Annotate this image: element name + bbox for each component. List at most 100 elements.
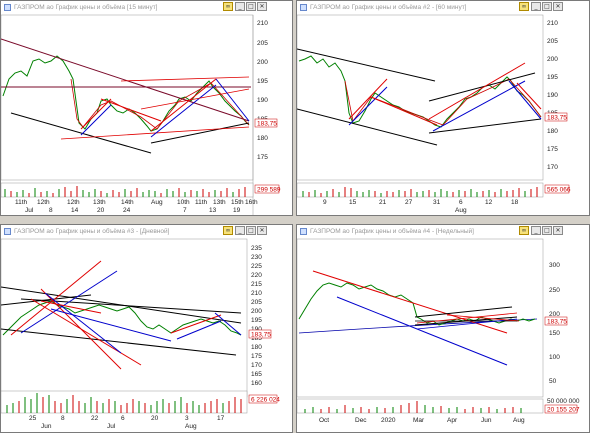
svg-text:200: 200 [547, 56, 558, 63]
svg-text:215: 215 [251, 281, 262, 288]
svg-text:235: 235 [251, 245, 262, 252]
svg-text:195: 195 [547, 74, 558, 81]
svg-text:11th: 11th [15, 199, 28, 206]
date-axis: 11th 12th 12th 13th 14th Aug 10th 11th 1… [15, 199, 258, 214]
svg-text:6: 6 [459, 199, 463, 206]
svg-text:195: 195 [251, 317, 262, 324]
svg-text:19: 19 [233, 207, 241, 214]
svg-text:100: 100 [549, 354, 560, 361]
volume-tag: 6 226 024 [251, 397, 280, 404]
price-tag: 183,75 [257, 121, 277, 128]
svg-text:Mar: Mar [413, 417, 425, 424]
svg-text:Apr: Apr [447, 417, 458, 424]
svg-text:180: 180 [251, 344, 262, 351]
price-axis: 210 205 200 195 190 185 180 175 [257, 20, 268, 161]
price-tick: 205 [257, 40, 268, 47]
date-axis: Oct Dec 2020 Mar Apr Jun Aug [319, 417, 525, 424]
chart-svg-weekly: 300 250 200 150 100 50 183,75 50 000 000… [297, 238, 580, 424]
svg-text:12th: 12th [37, 199, 50, 206]
svg-text:Aug: Aug [151, 199, 163, 206]
svg-text:12: 12 [485, 199, 493, 206]
svg-text:7: 7 [183, 207, 187, 214]
volume-tag: 565 066 [547, 187, 571, 194]
svg-text:11th: 11th [195, 199, 208, 206]
svg-text:200: 200 [251, 308, 262, 315]
price-tag: 183,75 [547, 319, 567, 326]
svg-text:210: 210 [547, 20, 558, 27]
svg-text:150: 150 [549, 330, 560, 337]
svg-text:225: 225 [251, 263, 262, 270]
svg-text:13th: 13th [213, 199, 226, 206]
svg-text:165: 165 [251, 371, 262, 378]
svg-text:21: 21 [379, 199, 387, 206]
svg-text:Jul: Jul [25, 207, 34, 214]
svg-text:230: 230 [251, 254, 262, 261]
svg-text:205: 205 [251, 299, 262, 306]
svg-text:170: 170 [251, 362, 262, 369]
svg-text:Jul: Jul [107, 423, 116, 430]
price-tick: 190 [257, 97, 268, 104]
price-axis: 210 205 200 195 190 185 180 175 170 [547, 20, 558, 171]
svg-text:16th: 16th [245, 199, 258, 206]
volume-tag: 20 155 207 [547, 407, 580, 414]
svg-text:3: 3 [185, 415, 189, 422]
svg-text:175: 175 [251, 353, 262, 360]
chart-svg-60min: 210 205 200 195 190 185 180 175 170 183,… [297, 14, 571, 214]
price-tag: 183,75 [547, 115, 567, 122]
price-axis: 235 230 225 220 215 210 205 200 195 190 … [251, 245, 262, 387]
svg-text:250: 250 [549, 287, 560, 294]
svg-text:10th: 10th [177, 199, 190, 206]
svg-text:220: 220 [251, 272, 262, 279]
chart-window-15min[interactable]: ГАЗПРОМ ао График цены и объёма [15 мину… [0, 0, 293, 216]
svg-text:14: 14 [71, 207, 79, 214]
svg-text:170: 170 [547, 164, 558, 171]
svg-text:13th: 13th [93, 199, 106, 206]
svg-text:13: 13 [209, 207, 217, 214]
svg-text:175: 175 [547, 146, 558, 153]
svg-text:20: 20 [151, 415, 159, 422]
price-tick: 195 [257, 78, 268, 85]
chart-window-daily[interactable]: ГАЗПРОМ ао График цены и объёма #3 - [Дн… [0, 224, 293, 433]
svg-text:Oct: Oct [319, 417, 329, 424]
svg-text:180: 180 [547, 128, 558, 135]
chart-window-60min[interactable]: ГАЗПРОМ ао График цены и объёма #2 - [60… [296, 0, 590, 216]
date-axis: 25 8 22 6 20 3 17 Jun Jul Aug [29, 415, 225, 430]
svg-text:Aug: Aug [513, 417, 525, 424]
svg-text:190: 190 [547, 92, 558, 99]
svg-text:12th: 12th [67, 199, 80, 206]
svg-text:205: 205 [547, 38, 558, 45]
price-tick: 210 [257, 20, 268, 27]
svg-text:15: 15 [349, 199, 357, 206]
chart-svg-daily: 235 230 225 220 215 210 205 200 195 190 … [1, 238, 280, 430]
svg-text:22: 22 [91, 415, 99, 422]
svg-text:6: 6 [121, 415, 125, 422]
svg-text:9: 9 [323, 199, 327, 206]
chart-window-weekly[interactable]: ГАЗПРОМ ао График цены и объёма #4 - [Не… [296, 224, 590, 433]
volume-tag: 299 589 [257, 187, 281, 194]
svg-text:Aug: Aug [455, 207, 467, 214]
svg-text:8: 8 [49, 207, 53, 214]
svg-text:17: 17 [217, 415, 225, 422]
svg-text:31: 31 [433, 199, 441, 206]
svg-text:25: 25 [29, 415, 37, 422]
price-tag: 183,75 [251, 332, 271, 339]
price-tick: 180 [257, 135, 268, 142]
svg-text:Aug: Aug [185, 423, 197, 430]
svg-text:27: 27 [405, 199, 413, 206]
svg-text:Dec: Dec [355, 417, 367, 424]
svg-text:160: 160 [251, 380, 262, 387]
chart-svg-15min: 210 205 200 195 190 185 180 175 183,75 2… [1, 14, 281, 215]
volume-axis-label: 50 000 000 [547, 398, 580, 405]
svg-text:Jun: Jun [41, 423, 52, 430]
svg-text:24: 24 [123, 207, 131, 214]
svg-text:50: 50 [549, 378, 557, 385]
svg-text:8: 8 [61, 415, 65, 422]
date-axis: 9 15 21 27 31 6 12 18 Aug [323, 199, 519, 214]
svg-text:210: 210 [251, 290, 262, 297]
svg-text:15th: 15th [231, 199, 244, 206]
svg-text:Jun: Jun [481, 417, 492, 424]
svg-text:300: 300 [549, 262, 560, 269]
price-tick: 200 [257, 59, 268, 66]
svg-text:20: 20 [97, 207, 105, 214]
svg-text:2020: 2020 [381, 417, 396, 424]
